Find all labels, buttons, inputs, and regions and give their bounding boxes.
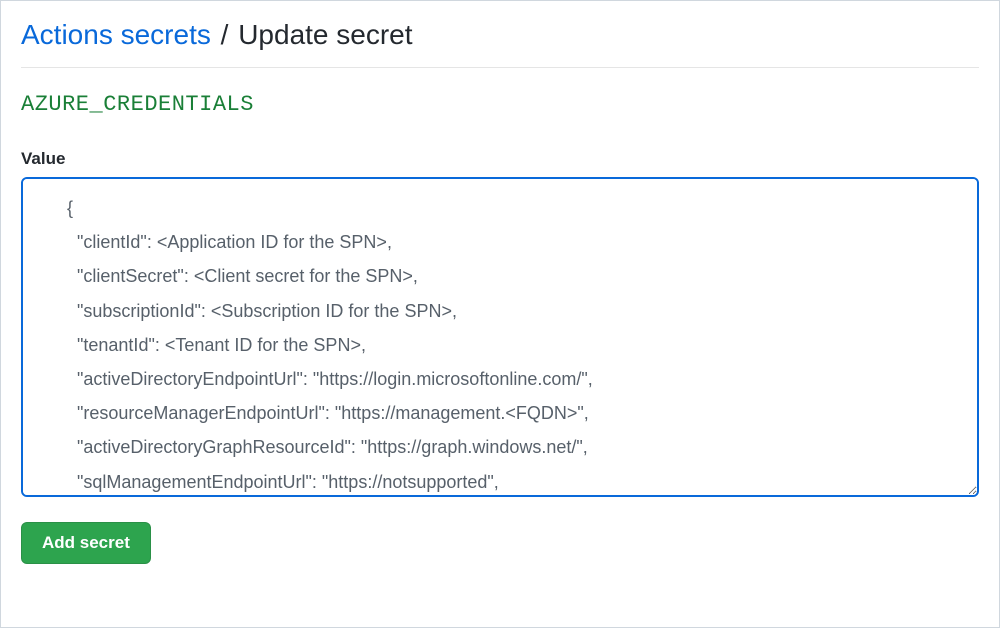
secret-name-heading: AZURE_CREDENTIALS	[21, 92, 979, 117]
add-secret-button[interactable]: Add secret	[21, 522, 151, 564]
breadcrumb: Actions secrets / Update secret	[21, 19, 979, 68]
page-container: Actions secrets / Update secret AZURE_CR…	[1, 1, 999, 582]
value-label: Value	[21, 149, 979, 169]
value-field-wrapper	[21, 177, 979, 502]
breadcrumb-separator: /	[221, 19, 237, 50]
breadcrumb-root-link[interactable]: Actions secrets	[21, 19, 211, 50]
secret-value-textarea[interactable]	[21, 177, 979, 497]
breadcrumb-current: Update secret	[238, 19, 412, 50]
